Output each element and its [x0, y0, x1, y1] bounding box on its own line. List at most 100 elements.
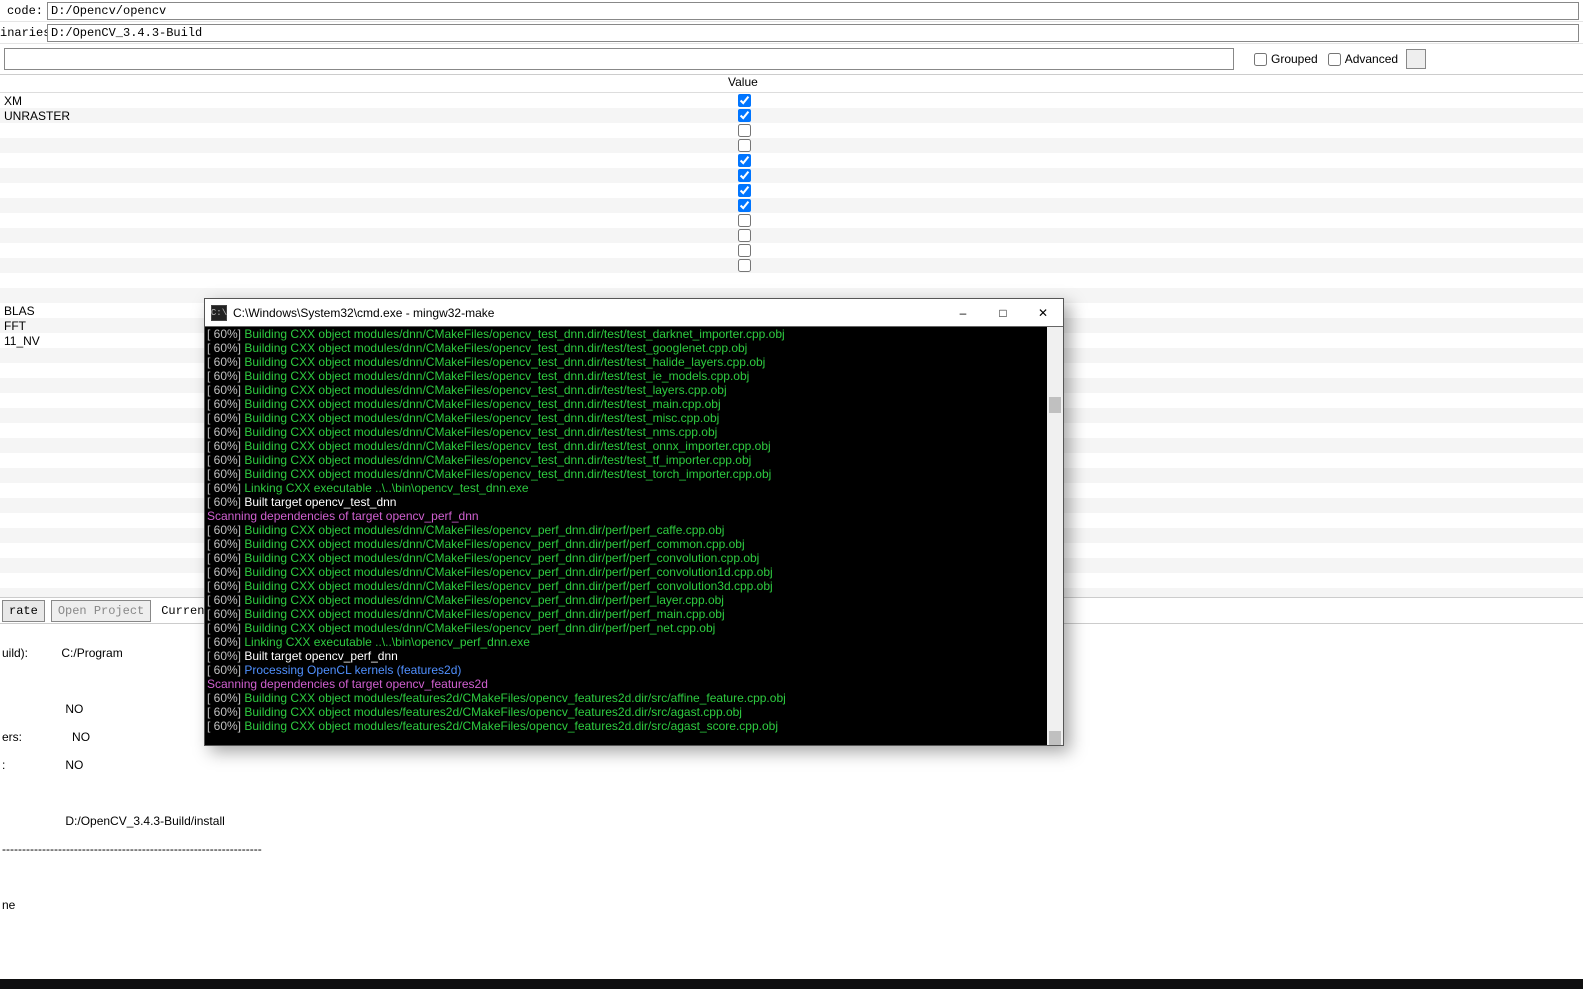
binaries-label: inaries: — [0, 26, 47, 40]
search-input[interactable] — [4, 48, 1234, 70]
advanced-label: Advanced — [1345, 52, 1398, 66]
cmd-line: [ 60%] Linking CXX executable ..\..\bin\… — [207, 481, 1045, 495]
cmd-line: [ 60%] Building CXX object modules/dnn/C… — [207, 453, 1045, 467]
cmd-line: [ 60%] Building CXX object modules/dnn/C… — [207, 565, 1045, 579]
grouped-checkbox[interactable] — [1254, 53, 1267, 66]
grouped-label: Grouped — [1271, 52, 1318, 66]
cmd-line: [ 60%] Building CXX object modules/dnn/C… — [207, 397, 1045, 411]
grouped-checkbox-wrap[interactable]: Grouped — [1254, 52, 1318, 66]
table-row[interactable]: XM — [0, 93, 1583, 108]
option-checkbox[interactable] — [738, 94, 751, 107]
cmd-line: [ 60%] Building CXX object modules/dnn/C… — [207, 579, 1045, 593]
output-line — [2, 786, 1581, 800]
cmd-icon: C:\ — [211, 305, 227, 321]
table-row[interactable] — [0, 228, 1583, 243]
cmd-titlebar[interactable]: C:\ C:\Windows\System32\cmd.exe - mingw3… — [205, 299, 1063, 327]
option-checkbox[interactable] — [738, 184, 751, 197]
table-row[interactable] — [0, 198, 1583, 213]
add-entry-button[interactable] — [1406, 49, 1426, 69]
minimize-button[interactable]: – — [943, 299, 983, 327]
cmd-line: [ 60%] Building CXX object modules/dnn/C… — [207, 383, 1045, 397]
table-header-value[interactable]: Value — [724, 75, 758, 92]
table-header: Value — [0, 75, 1583, 93]
binaries-path-row: inaries: — [0, 22, 1583, 44]
option-checkbox[interactable] — [738, 109, 751, 122]
option-checkbox[interactable] — [738, 229, 751, 242]
cmd-line: [ 60%] Processing OpenCL kernels (featur… — [207, 663, 1045, 677]
close-button[interactable]: ✕ — [1023, 299, 1063, 327]
option-checkbox[interactable] — [738, 214, 751, 227]
table-cell-value[interactable] — [724, 259, 764, 272]
cmd-window[interactable]: C:\ C:\Windows\System32\cmd.exe - mingw3… — [204, 298, 1064, 746]
cmd-line: [ 60%] Building CXX object modules/dnn/C… — [207, 537, 1045, 551]
table-cell-value[interactable] — [724, 94, 764, 107]
cmd-title-text: C:\Windows\System32\cmd.exe - mingw32-ma… — [233, 306, 943, 320]
option-checkbox[interactable] — [738, 154, 751, 167]
table-row[interactable] — [0, 183, 1583, 198]
option-checkbox[interactable] — [738, 199, 751, 212]
maximize-button[interactable]: □ — [983, 299, 1023, 327]
table-header-name[interactable] — [0, 75, 724, 92]
table-row[interactable] — [0, 273, 1583, 288]
generate-button[interactable]: rate — [2, 600, 45, 622]
table-cell-name[interactable]: UNRASTER — [0, 109, 724, 123]
cmd-line: [ 60%] Building CXX object modules/dnn/C… — [207, 593, 1045, 607]
cmd-line: [ 60%] Building CXX object modules/dnn/C… — [207, 467, 1045, 481]
cmd-line: [ 60%] Building CXX object modules/dnn/C… — [207, 425, 1045, 439]
cmd-line: [ 60%] Building CXX object modules/featu… — [207, 691, 1045, 705]
advanced-checkbox-wrap[interactable]: Advanced — [1328, 52, 1398, 66]
table-row[interactable] — [0, 153, 1583, 168]
cmd-line: [ 60%] Building CXX object modules/dnn/C… — [207, 607, 1045, 621]
cmd-line: [ 60%] Linking CXX executable ..\..\bin\… — [207, 635, 1045, 649]
source-path-row: code: — [0, 0, 1583, 22]
table-cell-name[interactable]: XM — [0, 94, 724, 108]
table-cell-value[interactable] — [724, 184, 764, 197]
cmd-line: [ 60%] Built target opencv_test_dnn — [207, 495, 1045, 509]
output-line: : NO — [2, 758, 1581, 772]
binaries-input[interactable] — [47, 24, 1579, 42]
output-line: ----------------------------------------… — [2, 842, 1581, 856]
cmd-line: Scanning dependencies of target opencv_f… — [207, 677, 1045, 691]
output-line: ne — [2, 898, 1581, 912]
cmd-line: [ 60%] Building CXX object modules/dnn/C… — [207, 411, 1045, 425]
table-row[interactable] — [0, 138, 1583, 153]
cmd-output[interactable]: [ 60%] Building CXX object modules/dnn/C… — [205, 327, 1047, 745]
table-cell-value[interactable] — [724, 214, 764, 227]
table-cell-value[interactable] — [724, 199, 764, 212]
cmd-line: [ 60%] Building CXX object modules/dnn/C… — [207, 369, 1045, 383]
option-checkbox[interactable] — [738, 244, 751, 257]
taskbar[interactable] — [0, 979, 1583, 989]
cmd-line: [ 60%] Building CXX object modules/dnn/C… — [207, 327, 1045, 341]
cmd-scroll-thumb[interactable] — [1049, 731, 1061, 745]
table-row[interactable] — [0, 168, 1583, 183]
table-cell-value[interactable] — [724, 169, 764, 182]
table-cell-value[interactable] — [724, 154, 764, 167]
table-row[interactable] — [0, 123, 1583, 138]
advanced-checkbox[interactable] — [1328, 53, 1341, 66]
table-row[interactable] — [0, 243, 1583, 258]
open-project-button[interactable]: Open Project — [51, 600, 151, 622]
table-cell-value[interactable] — [724, 244, 764, 257]
table-row[interactable] — [0, 213, 1583, 228]
cmd-line: [ 60%] Building CXX object modules/dnn/C… — [207, 355, 1045, 369]
option-checkbox[interactable] — [738, 259, 751, 272]
table-cell-value[interactable] — [724, 139, 764, 152]
option-checkbox[interactable] — [738, 124, 751, 137]
table-cell-value[interactable] — [724, 229, 764, 242]
cmd-line: [ 60%] Building CXX object modules/dnn/C… — [207, 523, 1045, 537]
option-checkbox[interactable] — [738, 139, 751, 152]
option-checkbox[interactable] — [738, 169, 751, 182]
cmd-line: [ 60%] Building CXX object modules/dnn/C… — [207, 551, 1045, 565]
cmd-line: [ 60%] Built target opencv_perf_dnn — [207, 649, 1045, 663]
cmd-line: Scanning dependencies of target opencv_p… — [207, 509, 1045, 523]
cmd-line: [ 60%] Building CXX object modules/featu… — [207, 719, 1045, 733]
source-code-input[interactable] — [47, 2, 1579, 20]
table-row[interactable] — [0, 258, 1583, 273]
cmd-scrollbar[interactable] — [1047, 327, 1063, 745]
table-cell-value[interactable] — [724, 124, 764, 137]
cmd-scroll-thumb[interactable] — [1049, 397, 1061, 413]
table-cell-value[interactable] — [724, 109, 764, 122]
cmd-line: [ 60%] Building CXX object modules/dnn/C… — [207, 621, 1045, 635]
source-code-label: code: — [0, 4, 47, 18]
table-row[interactable]: UNRASTER — [0, 108, 1583, 123]
